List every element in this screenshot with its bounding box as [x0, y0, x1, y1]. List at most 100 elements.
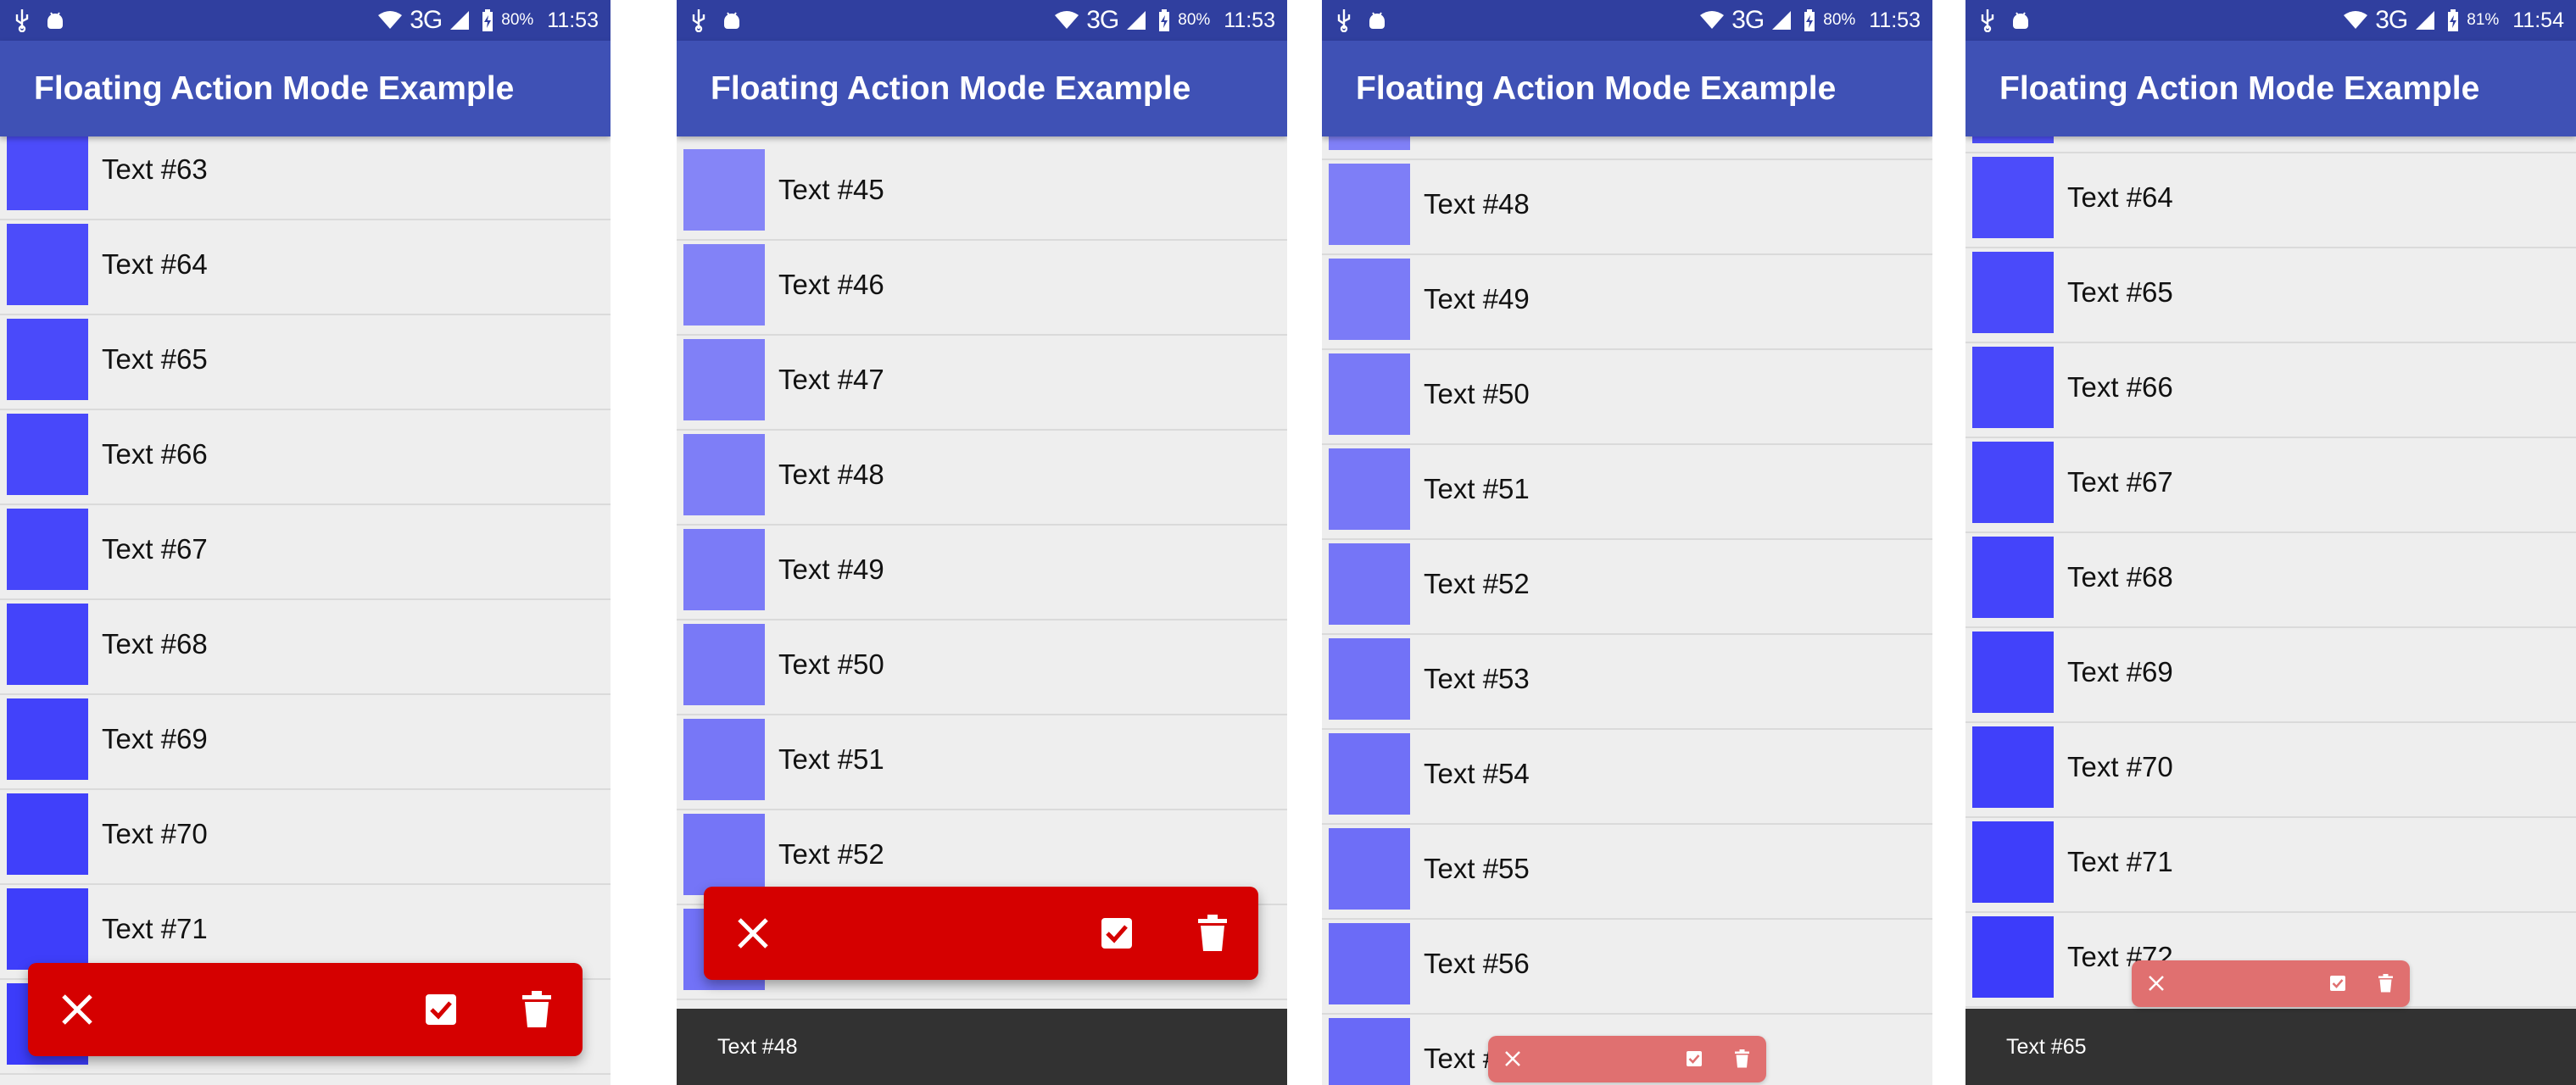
color-thumbnail	[1329, 543, 1410, 625]
list-item[interactable]: Text #48	[1322, 160, 1932, 255]
item-list[interactable]: Text #64 Text #65 Text #66 Text #67 Text…	[1965, 136, 2576, 1085]
check-box-icon[interactable]	[1686, 1050, 1703, 1067]
status-bar: 3G 80% 11:53	[1322, 0, 1932, 41]
color-thumbnail	[1972, 136, 2054, 143]
close-icon[interactable]	[734, 915, 772, 952]
list-item[interactable]: Text #54	[1322, 730, 1932, 825]
list-item[interactable]: Text #66	[0, 410, 611, 505]
status-bar: 3G 80% 11:53	[0, 0, 611, 41]
list-item-text: Text #68	[2067, 561, 2173, 593]
list-item-text: Text #48	[1424, 188, 1530, 220]
color-thumbnail	[7, 793, 88, 875]
delete-icon[interactable]	[2378, 974, 2393, 993]
wifi-icon	[2344, 11, 2368, 29]
list-item[interactable]: Text #68	[0, 600, 611, 695]
delete-icon[interactable]	[1198, 915, 1227, 952]
snackbar-text: Text #65	[2006, 1035, 2087, 1059]
floating-action-bar	[1488, 1036, 1766, 1082]
list-item[interactable]: Text #63	[0, 136, 611, 220]
list-item-text: Text #45	[778, 174, 884, 205]
signal-icon	[1127, 11, 1146, 30]
list-item-text: Text #50	[778, 648, 884, 680]
list-item[interactable]: Text #46	[677, 241, 1287, 336]
list-item-text: Text #70	[2067, 751, 2173, 782]
snackbar: Text #48	[677, 1009, 1287, 1085]
list-item[interactable]: Text #68	[1965, 533, 2576, 628]
battery-level: 80%	[501, 11, 534, 29]
delete-icon[interactable]	[1735, 1049, 1749, 1068]
list-item[interactable]: Text #69	[0, 695, 611, 790]
color-thumbnail	[1329, 733, 1410, 815]
list-item-text: Text #49	[1424, 283, 1530, 314]
check-box-icon[interactable]	[424, 993, 458, 1027]
list-item-text: Text #48	[778, 459, 884, 490]
item-list[interactable]: Text #48 Text #49 Text #50 Text #51 Text…	[1322, 136, 1932, 1085]
phone-screen-2: 3G 80% 11:53 Floating Action Mode Exampl…	[677, 0, 1287, 1085]
list-item[interactable]: Text #65	[1965, 248, 2576, 343]
battery-level: 80%	[1823, 11, 1856, 29]
list-item[interactable]: Text #64	[0, 220, 611, 315]
check-box-icon[interactable]	[1100, 916, 1134, 950]
list-item-text: Text #66	[102, 438, 208, 470]
list-item[interactable]: Text #69	[1965, 628, 2576, 723]
list-item[interactable]: Text #50	[1322, 350, 1932, 445]
check-box-icon[interactable]	[2329, 975, 2346, 992]
color-thumbnail	[7, 509, 88, 590]
color-thumbnail	[7, 224, 88, 305]
list-item[interactable]: Text #66	[1965, 343, 2576, 438]
signal-icon	[2416, 11, 2435, 30]
list-item[interactable]: Text #53	[1322, 635, 1932, 730]
list-item-text: Text #63	[102, 153, 208, 185]
list-item-text: Text #64	[102, 248, 208, 280]
color-thumbnail	[7, 319, 88, 400]
list-item-text: Text #52	[1424, 568, 1530, 599]
list-item-text: Text #69	[102, 723, 208, 754]
list-item[interactable]: Text #47	[677, 336, 1287, 431]
list-item[interactable]: Text #70	[0, 790, 611, 885]
list-item[interactable]: Text #51	[1322, 445, 1932, 540]
list-item[interactable]: Text #52	[1322, 540, 1932, 635]
battery-charging-icon	[1159, 9, 1170, 31]
status-bar: 3G 81% 11:54	[1965, 0, 2576, 41]
list-item[interactable]: Text #51	[677, 715, 1287, 810]
list-item[interactable]: Text #50	[677, 620, 1287, 715]
color-thumbnail	[1329, 1018, 1410, 1085]
list-item[interactable]: Text #65	[0, 315, 611, 410]
list-item[interactable]: Text #49	[677, 526, 1287, 620]
color-thumbnail	[7, 604, 88, 685]
item-list[interactable]: Text #63 Text #64 Text #65 Text #66 Text…	[0, 136, 611, 1085]
delete-icon[interactable]	[522, 991, 551, 1028]
close-icon[interactable]	[59, 991, 96, 1028]
list-item-text: Text #69	[2067, 656, 2173, 687]
battery-level: 80%	[1178, 11, 1211, 29]
color-thumbnail	[1972, 442, 2054, 523]
list-item[interactable]: Text #45	[677, 146, 1287, 241]
android-debug-icon	[724, 12, 739, 29]
battery-charging-icon	[482, 9, 493, 31]
android-debug-icon	[47, 12, 63, 29]
color-thumbnail	[683, 719, 765, 800]
list-item-text: Text #51	[1424, 473, 1530, 504]
color-thumbnail	[683, 434, 765, 515]
list-item[interactable]: Text #49	[1322, 255, 1932, 350]
list-item[interactable]: Text #67	[1965, 438, 2576, 533]
close-icon[interactable]	[2147, 974, 2166, 993]
color-thumbnail	[7, 698, 88, 780]
list-item[interactable]: Text #70	[1965, 723, 2576, 818]
list-item[interactable]: Text #55	[1322, 825, 1932, 920]
list-item[interactable]: Text #64	[1965, 153, 2576, 248]
list-item[interactable]: Text #67	[0, 505, 611, 600]
list-item-text: Text #52	[778, 838, 884, 870]
phone-screen-1: 3G 80% 11:53 Floating Action Mode Exampl…	[0, 0, 611, 1085]
list-item-text: Text #71	[2067, 846, 2173, 877]
list-item[interactable]	[1965, 136, 2576, 153]
list-item-text: Text #68	[102, 628, 208, 659]
color-thumbnail	[1972, 157, 2054, 238]
list-item-text: Text #55	[1424, 853, 1530, 884]
close-icon[interactable]	[1503, 1049, 1522, 1068]
list-item[interactable]: Text #71	[1965, 818, 2576, 913]
app-bar: Floating Action Mode Example	[1965, 41, 2576, 136]
list-item[interactable]	[1322, 136, 1932, 160]
list-item[interactable]: Text #48	[677, 431, 1287, 526]
list-item[interactable]: Text #56	[1322, 920, 1932, 1015]
